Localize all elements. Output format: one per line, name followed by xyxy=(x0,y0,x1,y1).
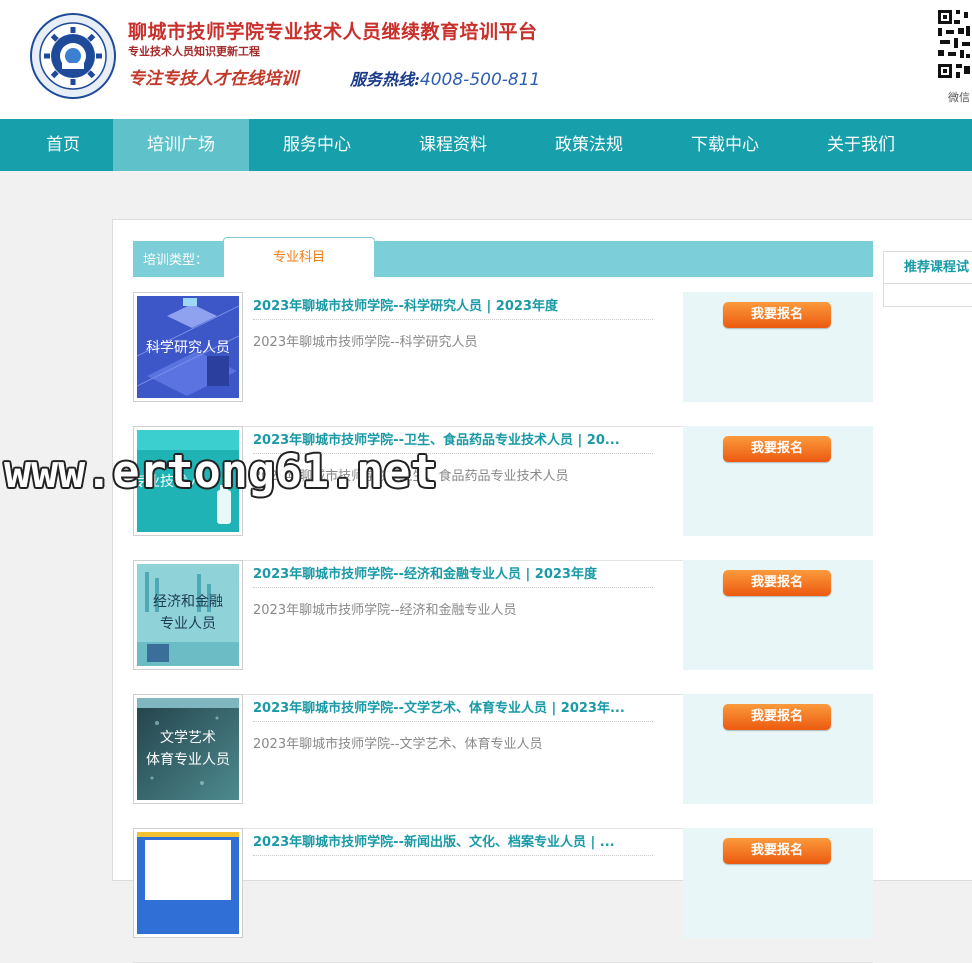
course-action-area: 我要报名 xyxy=(683,560,873,670)
nav-item-policies[interactable]: 政策法规 xyxy=(521,119,657,171)
site-header: 聊城市技师学院专业技术人员继续教育培训平台 专业技术人员知识更新工程 专注专技人… xyxy=(0,0,972,119)
main-nav: 首页 培训广场 服务中心 课程资料 政策法规 下载中心 关于我们 xyxy=(0,119,972,171)
course-description: 2023年聊城市技师学院--文学艺术、体育专业人员 xyxy=(253,737,543,752)
site-subtitle: 专业技术人员知识更新工程 xyxy=(128,45,260,58)
course-action-area: 我要报名 xyxy=(683,694,873,804)
enroll-button[interactable]: 我要报名 xyxy=(723,302,831,328)
course-item: 文学艺术 体育专业人员 2023年聊城市技师学院--文学艺术、体育专业人员 | … xyxy=(133,694,873,829)
course-item: 科学研究人员 2023年聊城市技师学院--科学研究人员 | 2023年度 202… xyxy=(133,292,873,427)
site-title: 聊城市技师学院专业技术人员继续教育培训平台 xyxy=(128,21,538,43)
divider xyxy=(253,855,653,856)
course-title[interactable]: 2023年聊城市技师学院--新闻出版、文化、档案专业人员 | ... xyxy=(253,831,653,850)
nav-item-service-center[interactable]: 服务中心 xyxy=(249,119,385,171)
course-action-area: 我要报名 xyxy=(683,292,873,402)
nav-item-course-materials[interactable]: 课程资料 xyxy=(385,119,521,171)
enroll-button[interactable]: 我要报名 xyxy=(723,704,831,730)
hotline-label: 服务热线: xyxy=(350,70,420,89)
hotline: 服务热线:4008-500-811 xyxy=(350,66,540,90)
watermark: www.ertong61.net xyxy=(4,445,438,498)
course-title[interactable]: 2023年聊城市技师学院--经济和金融专业人员 | 2023年度 xyxy=(253,563,653,582)
thumbnail-label: 经济和金融 xyxy=(153,594,223,610)
course-action-area: 我要报名 xyxy=(683,426,873,536)
thumbnail-label: 科学研究人员 xyxy=(146,340,230,356)
course-title[interactable]: 2023年聊城市技师学院--文学艺术、体育专业人员 | 2023年... xyxy=(253,697,653,716)
course-title[interactable]: 2023年聊城市技师学院--科学研究人员 | 2023年度 xyxy=(253,295,653,314)
wechat-qr-icon xyxy=(936,8,972,80)
thumbnail-label: 专业人员 xyxy=(160,616,216,632)
qr-caption: 微信 xyxy=(948,91,970,104)
hotline-number: 4008-500-811 xyxy=(419,70,541,90)
course-thumbnail[interactable]: 科学研究人员 xyxy=(133,292,243,402)
college-logo[interactable] xyxy=(30,13,116,99)
training-type-label: 培训类型： xyxy=(143,253,209,268)
nav-item-home[interactable]: 首页 xyxy=(0,119,126,171)
course-item: 经济和金融 专业人员 2023年聊城市技师学院--经济和金融专业人员 | 202… xyxy=(133,560,873,695)
enroll-button[interactable]: 我要报名 xyxy=(723,570,831,596)
site-slogan: 专注专技人才在线培训 xyxy=(128,69,298,89)
tab-professional-subjects[interactable]: 专业科目 xyxy=(223,237,375,277)
enroll-button[interactable]: 我要报名 xyxy=(723,436,831,462)
nav-item-training-plaza[interactable]: 培训广场 xyxy=(113,119,249,171)
course-description: 2023年聊城市技师学院--科学研究人员 xyxy=(253,335,478,350)
course-item: 2023年聊城市技师学院--新闻出版、文化、档案专业人员 | ... 我要报名 xyxy=(133,828,873,963)
recommended-courses-title[interactable]: 推荐课程试 xyxy=(884,252,972,284)
course-description: 2023年聊城市技师学院--经济和金融专业人员 xyxy=(253,603,517,618)
course-action-area: 我要报名 xyxy=(683,828,873,938)
enroll-button[interactable]: 我要报名 xyxy=(723,838,831,864)
thumbnail-label: 体育专业人员 xyxy=(146,752,230,768)
nav-item-about[interactable]: 关于我们 xyxy=(793,119,929,171)
recommended-courses-box: 推荐课程试 xyxy=(883,251,972,307)
course-thumbnail[interactable]: 文学艺术 体育专业人员 xyxy=(133,694,243,804)
course-thumbnail[interactable]: 经济和金融 专业人员 xyxy=(133,560,243,670)
divider xyxy=(253,721,653,722)
divider xyxy=(253,319,653,320)
course-thumbnail[interactable] xyxy=(133,828,243,938)
nav-item-downloads[interactable]: 下载中心 xyxy=(657,119,793,171)
thumbnail-label: 文学艺术 xyxy=(160,730,216,746)
divider xyxy=(253,587,653,588)
